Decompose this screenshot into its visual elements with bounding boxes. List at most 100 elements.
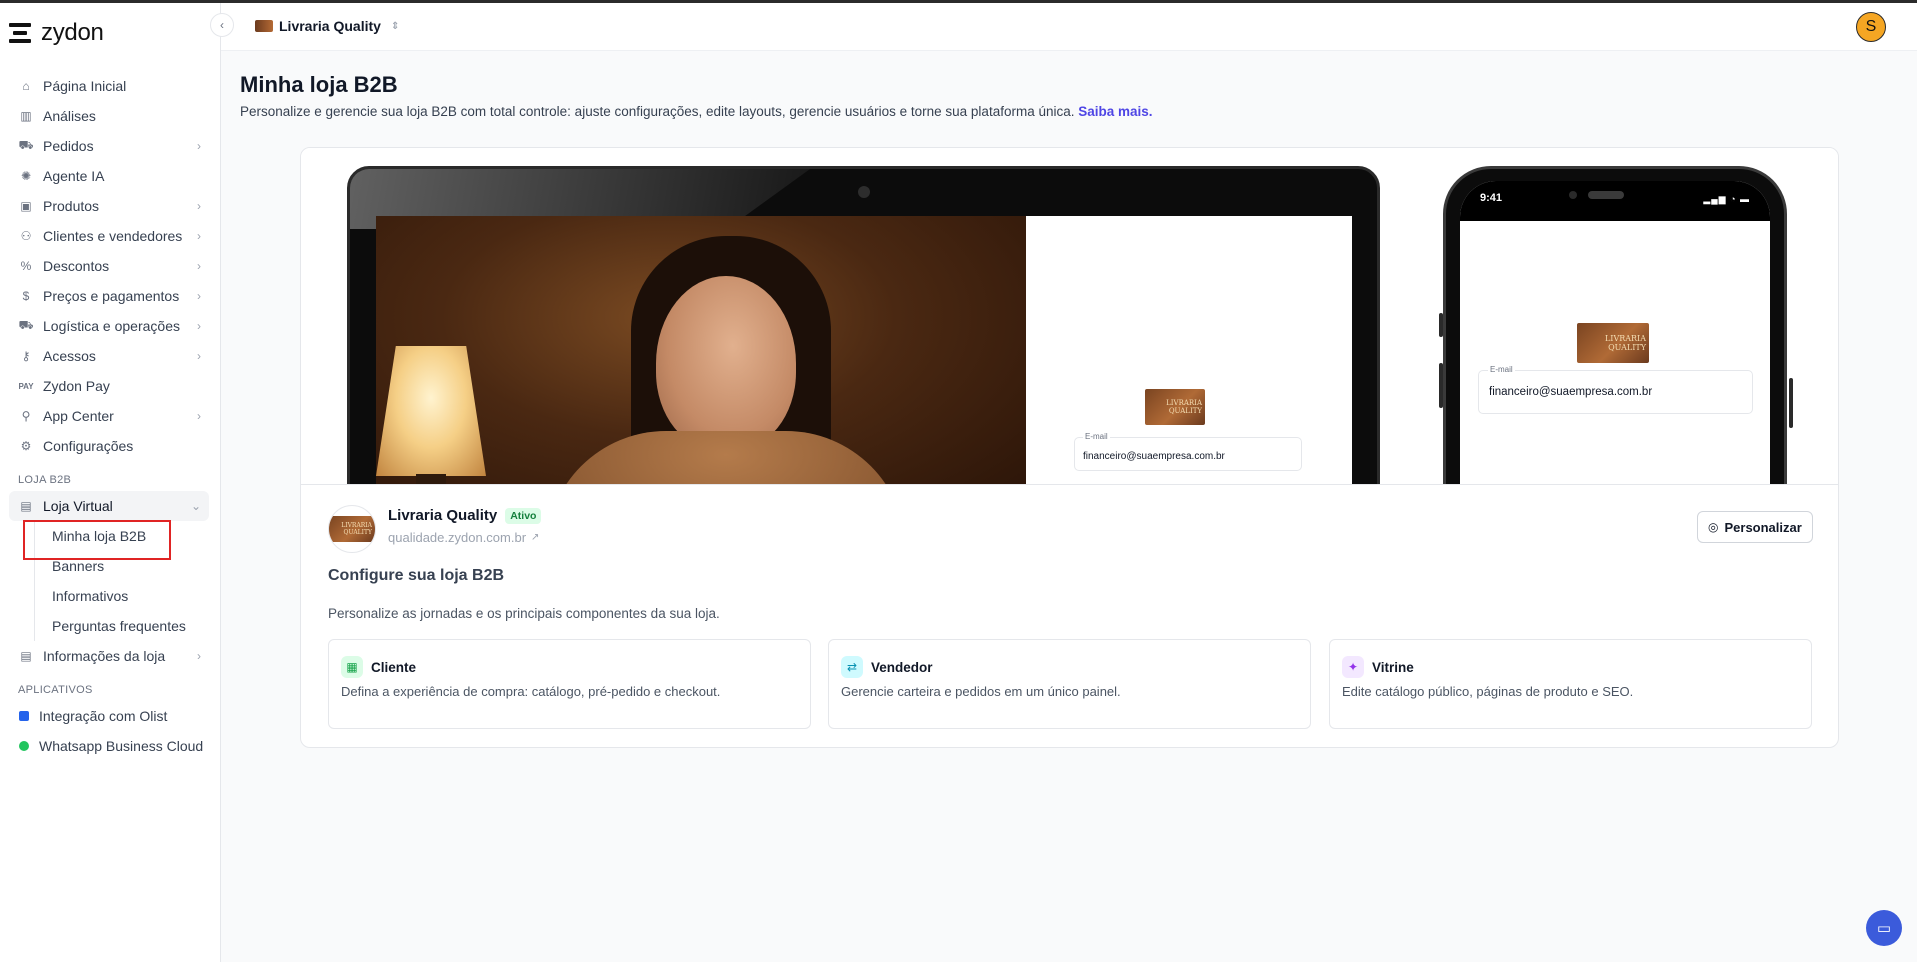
store-name-row: Livraria Quality Ativo bbox=[388, 507, 542, 524]
sidebar-item-label: Perguntas frequentes bbox=[52, 618, 186, 634]
chevron-right-icon: › bbox=[197, 229, 201, 243]
store-logo-icon bbox=[255, 20, 273, 32]
chevron-right-icon: › bbox=[197, 409, 201, 423]
sidebar-item-configuracoes[interactable]: ⚙ Configurações bbox=[9, 431, 209, 461]
store-switcher[interactable]: Livraria Quality ⇕ bbox=[255, 18, 399, 34]
sidebar-item-label: Loja Virtual bbox=[43, 498, 113, 514]
sidebar-item-pagina-inicial[interactable]: ⌂ Página Inicial bbox=[9, 71, 209, 101]
config-title: Configure sua loja B2B bbox=[328, 567, 505, 584]
option-title: Vitrine bbox=[1372, 659, 1414, 675]
sidebar-item-label: App Center bbox=[43, 408, 114, 424]
zydon-logo-icon bbox=[9, 21, 33, 45]
email-field-mobile[interactable]: E-mail financeiro@suaempresa.com.br bbox=[1478, 365, 1753, 414]
personalize-button[interactable]: ◎ Personalizar bbox=[1697, 511, 1813, 543]
sidebar-subitem-faq[interactable]: Perguntas frequentes bbox=[35, 611, 209, 641]
phone-side-button bbox=[1789, 378, 1793, 428]
collapse-sidebar-button[interactable]: ‹ bbox=[210, 13, 234, 37]
chart-icon: ▥ bbox=[20, 109, 32, 123]
sidebar-item-label: Preços e pagamentos bbox=[43, 288, 180, 304]
sidebar-item-label: Whatsapp Business Cloud bbox=[39, 738, 204, 754]
sidebar-item-agente-ia[interactable]: ✺ Agente IA bbox=[9, 161, 209, 191]
sidebar-item-zydon-pay[interactable]: PAY Zydon Pay bbox=[9, 371, 209, 401]
store-meta: Livraria Quality Ativo qualidade.zydon.c… bbox=[388, 505, 542, 545]
sidebar-item-label: Acessos bbox=[43, 348, 96, 364]
email-field[interactable]: E-mail financeiro@suaempresa.com.br bbox=[1074, 432, 1302, 471]
store-avatar-logo: LIVRARIA QUALITY bbox=[329, 516, 375, 542]
status-badge: Ativo bbox=[505, 507, 542, 524]
app-logo[interactable]: zydon bbox=[9, 19, 104, 47]
sidebar-item-loja-virtual[interactable]: ▤ Loja Virtual ⌄ bbox=[9, 491, 209, 521]
sidebar-subitem-informativos[interactable]: Informativos bbox=[35, 581, 209, 611]
sidebar-item-descontos[interactable]: % Descontos › bbox=[9, 251, 209, 281]
sidebar-item-label: Configurações bbox=[43, 438, 134, 454]
option-desc: Edite catálogo público, páginas de produ… bbox=[1342, 684, 1634, 699]
section-label-aplicativos: APLICATIVOS bbox=[18, 684, 93, 696]
store-card: LIVRARIA QUALITY E-mail financeiro@suaem… bbox=[300, 147, 1839, 748]
phone-speaker bbox=[1588, 191, 1624, 199]
sidebar-item-pedidos[interactable]: ⛟ Pedidos › bbox=[9, 131, 209, 161]
laptop-camera bbox=[858, 186, 870, 198]
chevron-left-icon: ‹ bbox=[220, 18, 224, 32]
store-switcher-label: Livraria Quality bbox=[279, 18, 381, 34]
chevron-right-icon: › bbox=[197, 319, 201, 333]
sidebar-app-olist[interactable]: Integração com Olist bbox=[9, 701, 209, 731]
sidebar-item-acessos[interactable]: ⚷ Acessos › bbox=[9, 341, 209, 371]
chat-launcher-button[interactable]: ▭ bbox=[1866, 910, 1902, 946]
sidebar-app-whatsapp[interactable]: Whatsapp Business Cloud bbox=[9, 731, 209, 761]
phone-status-bar: 9:41 ▂▄▆ ◔ ▬ bbox=[1460, 181, 1770, 221]
phone-time: 9:41 bbox=[1480, 192, 1503, 204]
photo-sweater bbox=[546, 431, 906, 484]
option-card-cliente[interactable]: ▦ Cliente Defina a experiência de compra… bbox=[328, 639, 811, 729]
storefront-icon: ▤ bbox=[20, 499, 32, 513]
pay-icon: PAY bbox=[18, 381, 34, 391]
brand-logo-mobile: LIVRARIA QUALITY bbox=[1577, 323, 1649, 363]
sidebar-item-informacoes-loja[interactable]: ▤ Informações da loja › bbox=[9, 641, 209, 671]
olist-icon bbox=[19, 711, 29, 721]
user-avatar[interactable]: S bbox=[1856, 12, 1886, 42]
store-preview: LIVRARIA QUALITY E-mail financeiro@suaem… bbox=[301, 148, 1838, 485]
sidebar: zydon ⌂ Página Inicial ▥ Análises ⛟ Pedi… bbox=[0, 3, 221, 962]
phone-side-button bbox=[1439, 363, 1443, 408]
lamp-shade bbox=[376, 346, 486, 476]
learn-more-link[interactable]: Saiba mais. bbox=[1078, 104, 1152, 119]
sidebar-item-app-center[interactable]: ⚲ App Center › bbox=[9, 401, 209, 431]
chevron-down-icon: ⌄ bbox=[190, 499, 201, 513]
sidebar-item-produtos[interactable]: ▣ Produtos › bbox=[9, 191, 209, 221]
phone-camera bbox=[1569, 191, 1577, 199]
sidebar-item-label: Análises bbox=[43, 108, 96, 124]
sidebar-item-label: Banners bbox=[52, 558, 105, 574]
sidebar-nav: ⌂ Página Inicial ▥ Análises ⛟ Pedidos › … bbox=[9, 71, 209, 761]
email-value: financeiro@suaempresa.com.br bbox=[1083, 451, 1225, 462]
chat-icon: ▭ bbox=[1876, 920, 1892, 937]
personalize-label: Personalizar bbox=[1724, 519, 1802, 535]
sidebar-item-precos[interactable]: $ Preços e pagamentos › bbox=[9, 281, 209, 311]
login-panel: LIVRARIA QUALITY E-mail financeiro@suaem… bbox=[1026, 216, 1352, 484]
chevron-right-icon: › bbox=[197, 289, 201, 303]
chevron-updown-icon: ⇕ bbox=[390, 20, 400, 32]
phone-side-button bbox=[1439, 313, 1443, 337]
store-info: LIVRARIA QUALITY Livraria Quality Ativo … bbox=[328, 505, 542, 553]
sidebar-item-label: Logística e operações bbox=[43, 318, 180, 334]
signal-battery-icon: ▂▄▆ ◔ ▬ bbox=[1703, 194, 1750, 204]
external-link-icon: ↗ bbox=[531, 532, 540, 543]
chevron-right-icon: › bbox=[197, 649, 201, 663]
sidebar-item-clientes[interactable]: ⚇ Clientes e vendedores › bbox=[9, 221, 209, 251]
sidebar-item-label: Pedidos bbox=[43, 138, 94, 154]
top-header: Livraria Quality ⇕ S bbox=[221, 3, 1917, 51]
store-icon: ▦ bbox=[341, 656, 363, 678]
option-card-vitrine[interactable]: ✦ Vitrine Edite catálogo público, página… bbox=[1329, 639, 1812, 729]
option-head: ▦ Cliente bbox=[341, 656, 416, 678]
sidebar-item-analises[interactable]: ▥ Análises bbox=[9, 101, 209, 131]
gear-icon: ⚙ bbox=[20, 439, 32, 453]
sidebar-item-label: Página Inicial bbox=[43, 78, 127, 94]
sidebar-item-logistica[interactable]: ⛟ Logística e operações › bbox=[9, 311, 209, 341]
phone-screen: 9:41 ▂▄▆ ◔ ▬ LIVRARIA QUALITY E-mail fin… bbox=[1460, 181, 1770, 484]
page-subtitle-text: Personalize e gerencie sua loja B2B com … bbox=[240, 104, 1075, 119]
store-url-link[interactable]: qualidade.zydon.com.br ↗ bbox=[388, 530, 541, 545]
option-head: ⇄ Vendedor bbox=[841, 656, 933, 678]
palette-icon: ◎ bbox=[1708, 520, 1719, 534]
laptop-mockup: LIVRARIA QUALITY E-mail financeiro@suaem… bbox=[347, 166, 1380, 484]
option-card-vendedor[interactable]: ⇄ Vendedor Gerencie carteira e pedidos e… bbox=[828, 639, 1311, 729]
box-icon: ▣ bbox=[20, 199, 32, 213]
sidebar-item-label: Produtos bbox=[43, 198, 100, 214]
